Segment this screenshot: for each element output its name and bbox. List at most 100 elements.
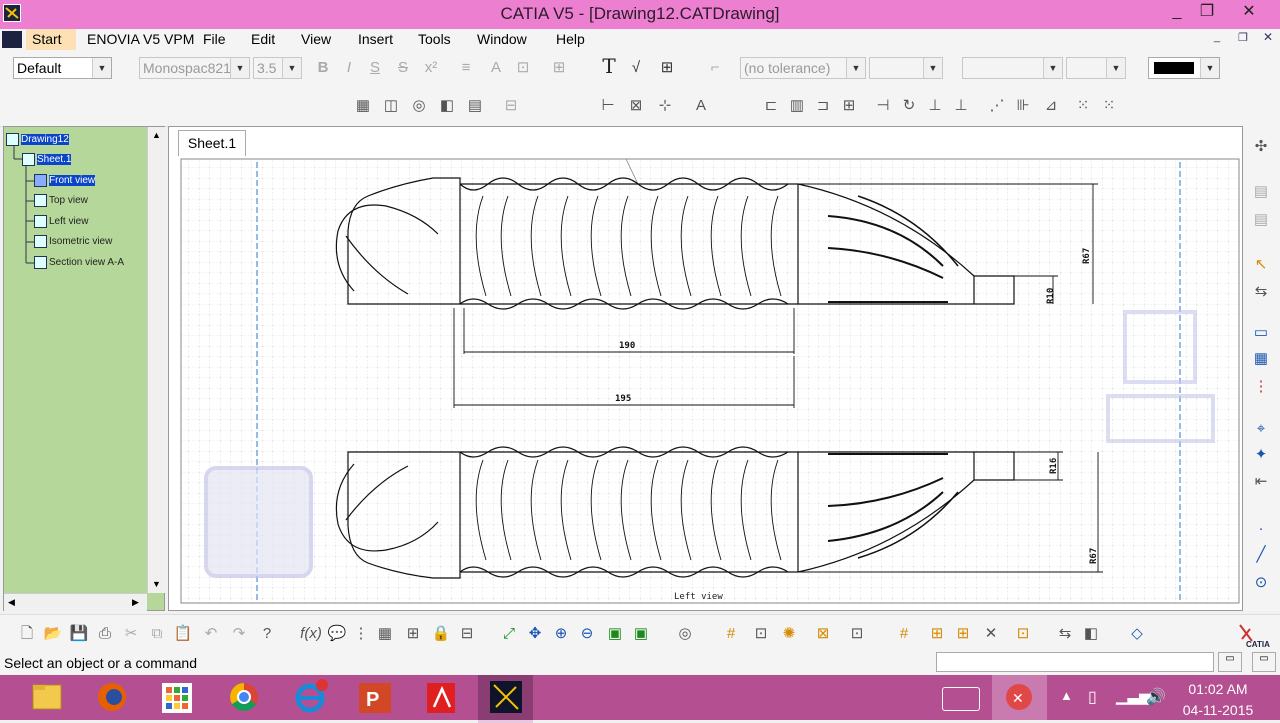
save-icon[interactable]: 💾 [68,623,90,645]
powerpoint-icon[interactable]: P [348,675,403,720]
grid-icon[interactable]: # [720,623,742,645]
swap-icon[interactable]: ⇆ [1054,623,1076,645]
lock-icon[interactable]: 🔒 [430,623,452,645]
dimension-system-icon[interactable]: ⊠ [812,623,834,645]
wizard-icon[interactable]: ⊟ [500,95,522,117]
point-icon[interactable]: · [1250,518,1272,540]
doc-restore-button[interactable]: ❐ [1238,31,1248,44]
snap-icon[interactable]: ⁙ [1072,95,1094,117]
insert-text-icon[interactable]: T [598,55,620,77]
broken-view-icon[interactable]: ▤ [464,95,486,117]
axis-icon[interactable]: ✦ [1250,444,1272,466]
formula-icon[interactable]: f(x) [300,623,322,645]
constraints-icon[interactable]: ⋮ [1250,376,1272,398]
tree-vertical-scrollbar[interactable]: ▲ ▼ [147,127,165,593]
fit-all-icon[interactable]: ⤢ [498,623,520,645]
rectangle-icon[interactable]: ▭ [1250,322,1272,344]
constraint-icon[interactable]: ⊿ [1040,95,1062,117]
tolerance-value-combo[interactable]: ▼ [869,57,943,79]
snap-to-point-icon[interactable]: ⊡ [750,623,772,645]
tree-sheet[interactable]: Sheet.1 [22,153,72,166]
compass-icon[interactable]: ✣ [1250,136,1272,158]
scroll-left-icon[interactable]: ◀ [8,597,15,608]
undo-icon[interactable]: ↶ [200,623,222,645]
dim-r67-top[interactable]: R67 [1082,248,1092,264]
filter-generated-icon[interactable]: ⊞ [952,623,974,645]
sketch-icon[interactable]: ⇆ [1250,281,1272,303]
help-icon[interactable]: ? [256,623,278,645]
redo-icon[interactable]: ↷ [228,623,250,645]
bold-icon[interactable]: B [312,57,334,79]
status-toggle-button[interactable]: ▭ [1252,652,1276,672]
view-caption[interactable]: Left view [674,592,723,602]
tray-app-icon[interactable]: ✕ [992,675,1047,720]
detail-view-icon[interactable]: ◎ [408,95,430,117]
color-combo[interactable]: ▼ [1148,57,1220,79]
tree-icon[interactable]: ⊞ [402,623,424,645]
tree-item-front-view[interactable]: Front view [34,174,96,187]
catia-taskbar-icon[interactable] [478,675,533,723]
tree-item-left-view[interactable]: Left view [34,215,88,228]
pan-icon[interactable]: ✥ [524,623,546,645]
measure-icon[interactable]: ◇ [1126,623,1148,645]
arc-icon[interactable]: ↻ [898,95,920,117]
open-icon[interactable]: 📂 [42,623,64,645]
file-explorer-icon[interactable] [20,675,75,720]
grid-toggle-icon[interactable]: # [893,623,915,645]
scroll-up-icon[interactable]: ▲ [152,130,161,140]
center-line-icon[interactable]: ⊞ [838,95,860,117]
cosmetics-icon[interactable]: ⊞ [926,623,948,645]
volume-icon[interactable]: 🔊 [1146,687,1166,707]
tolerance-combo[interactable]: (no tolerance) ▼ [740,57,866,79]
clock-date[interactable]: 04-11-2015 [1180,702,1256,718]
point-icon[interactable]: ⊥ [924,95,946,117]
font-combo[interactable]: Monospac821 ▼ [139,57,250,79]
dimension-properties-icon[interactable]: ⌐ [704,57,726,79]
dimensions-icon[interactable]: ⊢ [597,95,619,117]
menu-enovia[interactable]: ENOVIA V5 VPM [87,31,194,47]
dim-195[interactable]: 195 [615,394,631,404]
menu-edit[interactable]: Edit [251,31,275,47]
superscript-icon[interactable]: x² [420,57,442,79]
numeric-format-combo[interactable]: ▼ [962,57,1063,79]
target-icon[interactable]: ⌖ [1250,418,1272,440]
precision-combo[interactable]: ▼ [1066,57,1126,79]
italic-icon[interactable]: I [338,57,360,79]
show-hidden-icons[interactable]: ▲ [1060,688,1073,703]
menu-tools[interactable]: Tools [418,31,451,47]
menu-start[interactable]: Start [26,29,76,50]
power-icon[interactable]: ▯ [1088,687,1097,707]
internet-explorer-icon[interactable] [282,675,337,720]
table-icon[interactable]: ⊞ [656,57,678,79]
clock-time[interactable]: 01:02 AM [1186,681,1250,697]
dim-r16[interactable]: R16 [1049,458,1059,474]
sheet-icon[interactable]: ▤ [1250,181,1272,203]
symbol-icon[interactable]: √ [625,57,647,79]
cut-icon[interactable]: ✂ [120,623,142,645]
view-mode-icon[interactable]: ▣ [630,623,652,645]
style-combo[interactable]: Default ▼ [13,57,112,79]
keyboard-icon[interactable] [942,687,980,711]
document-icon[interactable] [2,31,22,48]
frame-icon[interactable]: ⊡ [512,57,534,79]
restore-button[interactable]: ❐ [1192,0,1222,26]
power-input-field[interactable] [936,652,1214,672]
visualization-icon[interactable]: ⊡ [846,623,868,645]
display-mode-icon[interactable]: ⊡ [1012,623,1034,645]
text-frame-icon[interactable]: A [485,57,507,79]
grid-icon[interactable]: ⁙ [1098,95,1120,117]
scroll-down-icon[interactable]: ▼ [152,579,161,589]
paste-icon[interactable]: 📋 [172,623,194,645]
new-icon[interactable]: 🗋 [16,623,38,645]
underline-icon[interactable]: S [364,57,386,79]
scroll-right-icon[interactable]: ▶ [132,597,139,608]
knowledge-icon[interactable]: 💬 [326,623,348,645]
close-button[interactable]: ✕ [1234,0,1264,26]
table-icon[interactable]: ▦ [1250,348,1272,370]
geometry-icon[interactable]: ⊥ [950,95,972,117]
apps-grid-icon[interactable] [150,675,205,720]
align-icon[interactable]: ≡ [455,57,477,79]
strikethrough-icon[interactable]: S [392,57,414,79]
tree-horizontal-scrollbar[interactable]: ◀ ▶ [4,593,147,611]
minimize-button[interactable]: _ [1162,0,1192,26]
